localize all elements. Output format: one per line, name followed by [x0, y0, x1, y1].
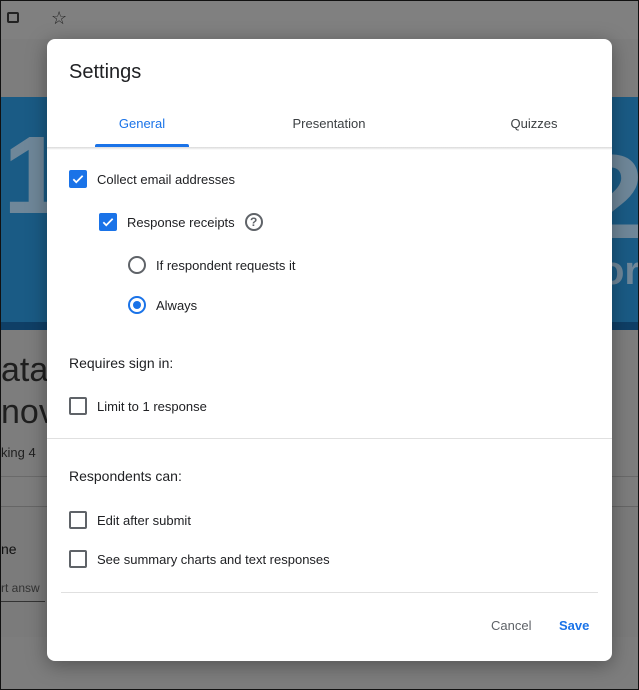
receipt-always-option: Always	[128, 296, 197, 314]
footer-divider	[61, 592, 598, 593]
see-summary-option: See summary charts and text responses	[69, 550, 330, 568]
edit-after-submit-checkbox[interactable]	[69, 511, 87, 529]
receipt-if-requested-radio[interactable]	[128, 256, 146, 274]
settings-dialog: Settings General Presentation Quizzes Co…	[47, 39, 612, 661]
edit-after-submit-option: Edit after submit	[69, 511, 191, 529]
limit-one-response-checkbox[interactable]	[69, 397, 87, 415]
help-icon[interactable]: ?	[244, 213, 263, 231]
star-icon[interactable]: ☆	[51, 9, 69, 27]
receipt-if-requested-label: If respondent requests it	[156, 257, 296, 273]
edit-after-submit-label: Edit after submit	[97, 512, 191, 528]
see-summary-label: See summary charts and text responses	[97, 551, 330, 567]
see-summary-checkbox[interactable]	[69, 550, 87, 568]
settings-tabs: General Presentation Quizzes	[47, 105, 612, 149]
collect-email-option: Collect email addresses	[69, 170, 235, 188]
respondents-can-heading: Respondents can:	[69, 468, 182, 484]
receipt-always-label: Always	[156, 297, 198, 313]
section-divider	[47, 438, 612, 439]
receipt-always-radio[interactable]	[128, 296, 146, 314]
background-toolbar: ☆	[1, 1, 638, 39]
response-receipts-label: Response receipts	[127, 214, 235, 230]
tabs-divider	[47, 147, 612, 150]
short-answer-fragment: rt answ	[1, 581, 45, 602]
collect-email-checkbox[interactable]	[69, 170, 87, 188]
app-frame: ☆ 1 2 or ata nov king 4 ne rt answ Setti…	[0, 0, 639, 690]
tab-quizzes[interactable]: Quizzes	[479, 105, 589, 149]
limit-one-response-label: Limit to 1 response	[97, 398, 207, 414]
dialog-title: Settings	[69, 61, 142, 83]
radio-selected-dot	[133, 301, 141, 309]
save-button[interactable]: Save	[559, 618, 589, 633]
collect-email-label: Collect email addresses	[97, 171, 236, 187]
requires-sign-in-heading: Requires sign in:	[69, 355, 174, 371]
tab-general[interactable]: General	[95, 105, 189, 149]
limit-one-response-option: Limit to 1 response	[69, 397, 207, 415]
cancel-button[interactable]: Cancel	[491, 618, 531, 633]
checkmark-icon	[102, 218, 114, 227]
response-receipts-option: Response receipts ?	[99, 213, 263, 231]
response-receipts-checkbox[interactable]	[99, 213, 117, 231]
receipt-if-requested-option: If respondent requests it	[128, 256, 295, 274]
checkmark-icon	[72, 175, 84, 184]
form-title-fragment-1: ata	[1, 351, 49, 389]
question-label-fragment: ne	[1, 541, 17, 557]
folder-icon[interactable]	[7, 9, 25, 27]
form-description-fragment: king 4	[1, 445, 36, 460]
tab-presentation[interactable]: Presentation	[274, 105, 384, 149]
